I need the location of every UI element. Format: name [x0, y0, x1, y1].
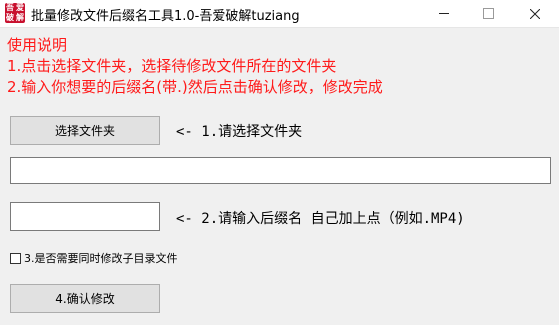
choose-folder-hint: <- 1.请选择文件夹: [176, 124, 303, 140]
choose-folder-button[interactable]: 选择文件夹: [10, 116, 160, 145]
minimize-button[interactable]: [422, 0, 466, 27]
minimize-icon: [439, 13, 449, 14]
app-icon-char: 爱: [16, 3, 24, 12]
suffix-input[interactable]: [10, 202, 160, 231]
instructions-step-1: 1.点击选择文件夹，选择待修改文件所在的文件夹: [7, 57, 337, 75]
app-icon-char: 解: [16, 13, 24, 22]
app-icon-char: 吾: [6, 3, 14, 12]
window-title: 批量修改文件后缀名工具1.0-吾爱破解tuziang: [31, 9, 300, 24]
confirm-button[interactable]: 4.确认修改: [10, 284, 160, 313]
close-button[interactable]: [513, 0, 557, 27]
instructions-step-2: 2.输入你想要的后缀名(带.)然后点击确认修改，修改完成: [7, 78, 383, 96]
subdir-checkbox[interactable]: [10, 252, 21, 264]
subdir-option[interactable]: 3.是否需要同时修改子目录文件: [10, 250, 178, 266]
subdir-checkbox-label: 3.是否需要同时修改子目录文件: [24, 252, 178, 265]
close-icon: [530, 8, 540, 19]
maximize-icon: [482, 8, 494, 19]
instructions-heading: 使用说明: [7, 36, 68, 54]
suffix-hint: <- 2.请输入后缀名 自己加上点（例如.MP4): [176, 211, 465, 227]
instructions: 使用说明 1.点击选择文件夹，选择待修改文件所在的文件夹 2.输入你想要的后缀名…: [7, 35, 383, 98]
folder-path-input[interactable]: [10, 157, 551, 184]
maximize-button[interactable]: [466, 0, 510, 27]
title-bar: 吾 爱 破 解 批量修改文件后缀名工具1.0-吾爱破解tuziang: [0, 0, 559, 28]
app-icon-char: 破: [6, 13, 14, 22]
app-icon: 吾 爱 破 解: [5, 3, 25, 23]
